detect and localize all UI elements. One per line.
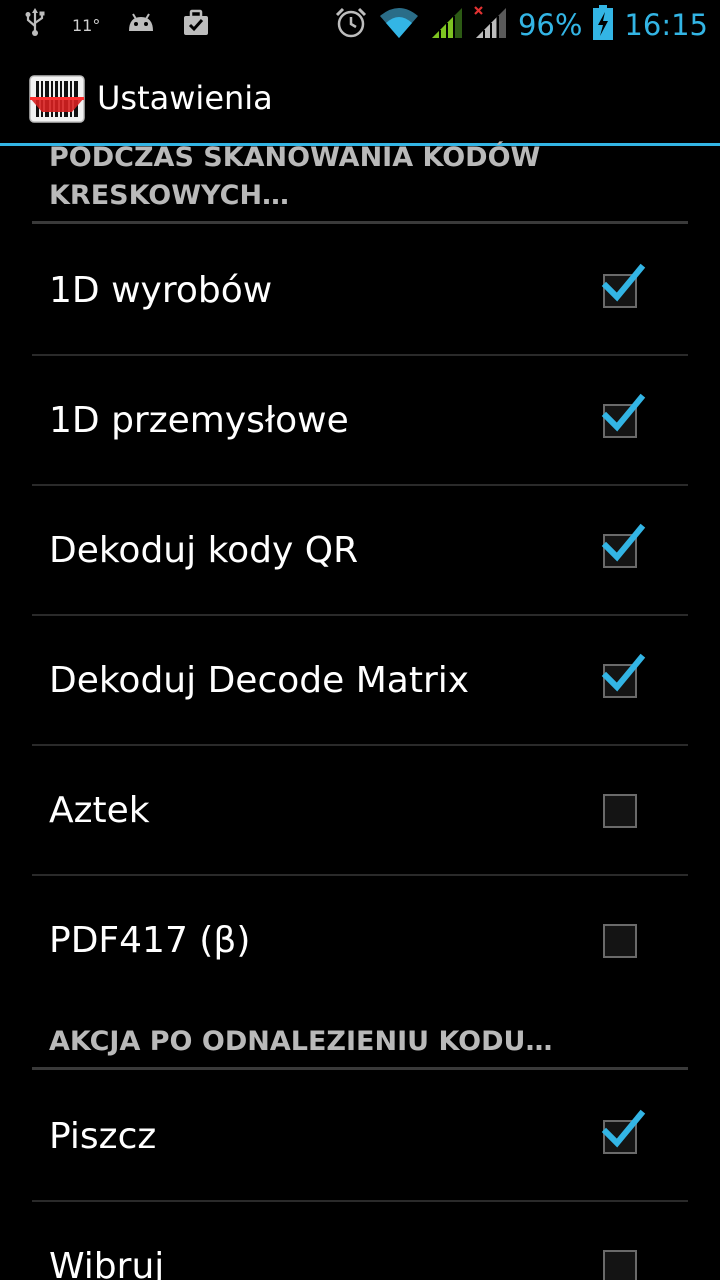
pref-row-vibrate[interactable]: Wibruj: [32, 1202, 688, 1280]
page-title: Ustawienia: [97, 79, 273, 117]
signal-icon: [430, 6, 464, 44]
pref-row-data-matrix[interactable]: Dekoduj Decode Matrix: [32, 616, 688, 746]
status-bar: 11° 96% 16:15: [0, 0, 720, 50]
pref-row-1d-product[interactable]: 1D wyrobów: [32, 226, 688, 356]
settings-screen: 11° 96% 16:15 Ustawienia PODCZAS SKANOWA…: [0, 0, 720, 1280]
wifi-icon: [378, 6, 420, 44]
check-mark-icon: [601, 653, 646, 692]
checkbox-box: [603, 794, 637, 828]
pref-row-1d-industrial[interactable]: 1D przemysłowe: [32, 356, 688, 486]
android-icon: [126, 11, 156, 39]
pref-label: Wibruj: [49, 1246, 165, 1280]
pref-row-aztec[interactable]: Aztek: [32, 746, 688, 876]
signal-no-data-icon: [474, 6, 508, 44]
category-header-scanning: PODCZAS SKANOWANIA KODÓW KRESKOWYCH…: [32, 142, 688, 224]
pref-label: Dekoduj Decode Matrix: [49, 660, 470, 701]
checkbox-pdf417[interactable]: [603, 924, 637, 958]
checkbox-beep[interactable]: [601, 1109, 646, 1154]
usb-icon: [24, 8, 46, 42]
check-mark-icon: [601, 263, 646, 302]
pref-label: PDF417 (β): [49, 920, 251, 961]
barcode-scanner-icon[interactable]: [28, 74, 86, 124]
check-mark-icon: [601, 393, 646, 432]
pref-label: Piszcz: [49, 1116, 157, 1157]
action-bar: Ustawienia: [0, 50, 720, 143]
check-mark-icon: [601, 1109, 646, 1148]
checkbox-1d-industrial[interactable]: [601, 393, 646, 438]
temperature-text: 11°: [72, 15, 101, 35]
pref-row-beep[interactable]: Piszcz: [32, 1072, 688, 1202]
category-title: PODCZAS SKANOWANIA KODÓW KRESKOWYCH…: [49, 142, 541, 211]
briefcase-check-icon: [182, 9, 210, 41]
battery-charging-icon: [592, 5, 614, 45]
pref-row-pdf417[interactable]: PDF417 (β): [32, 876, 688, 1006]
pref-label: 1D wyrobów: [49, 270, 273, 311]
category-title: AKCJA PO ODNALEZIENIU KODU…: [49, 1026, 553, 1057]
battery-percent: 96%: [517, 8, 583, 42]
alarm-icon: [334, 6, 368, 44]
checkbox-aztec[interactable]: [603, 794, 637, 828]
checkbox-box: [603, 924, 637, 958]
pref-row-qr[interactable]: Dekoduj kody QR: [32, 486, 688, 616]
checkbox-1d-product[interactable]: [601, 263, 646, 308]
notification-icons: 11°: [24, 8, 210, 42]
pref-label: Dekoduj kody QR: [49, 530, 359, 571]
clock: 16:15: [624, 8, 708, 42]
category-header-action: AKCJA PO ODNALEZIENIU KODU…: [32, 1006, 688, 1070]
checkbox-qr[interactable]: [601, 523, 646, 568]
checkbox-box: [603, 1250, 637, 1280]
pref-label: 1D przemysłowe: [49, 400, 349, 441]
checkbox-vibrate[interactable]: [603, 1250, 637, 1280]
check-mark-icon: [601, 523, 646, 562]
system-icons: 96% 16:15: [334, 5, 708, 45]
checkbox-data-matrix[interactable]: [601, 653, 646, 698]
pref-label: Aztek: [49, 790, 150, 831]
